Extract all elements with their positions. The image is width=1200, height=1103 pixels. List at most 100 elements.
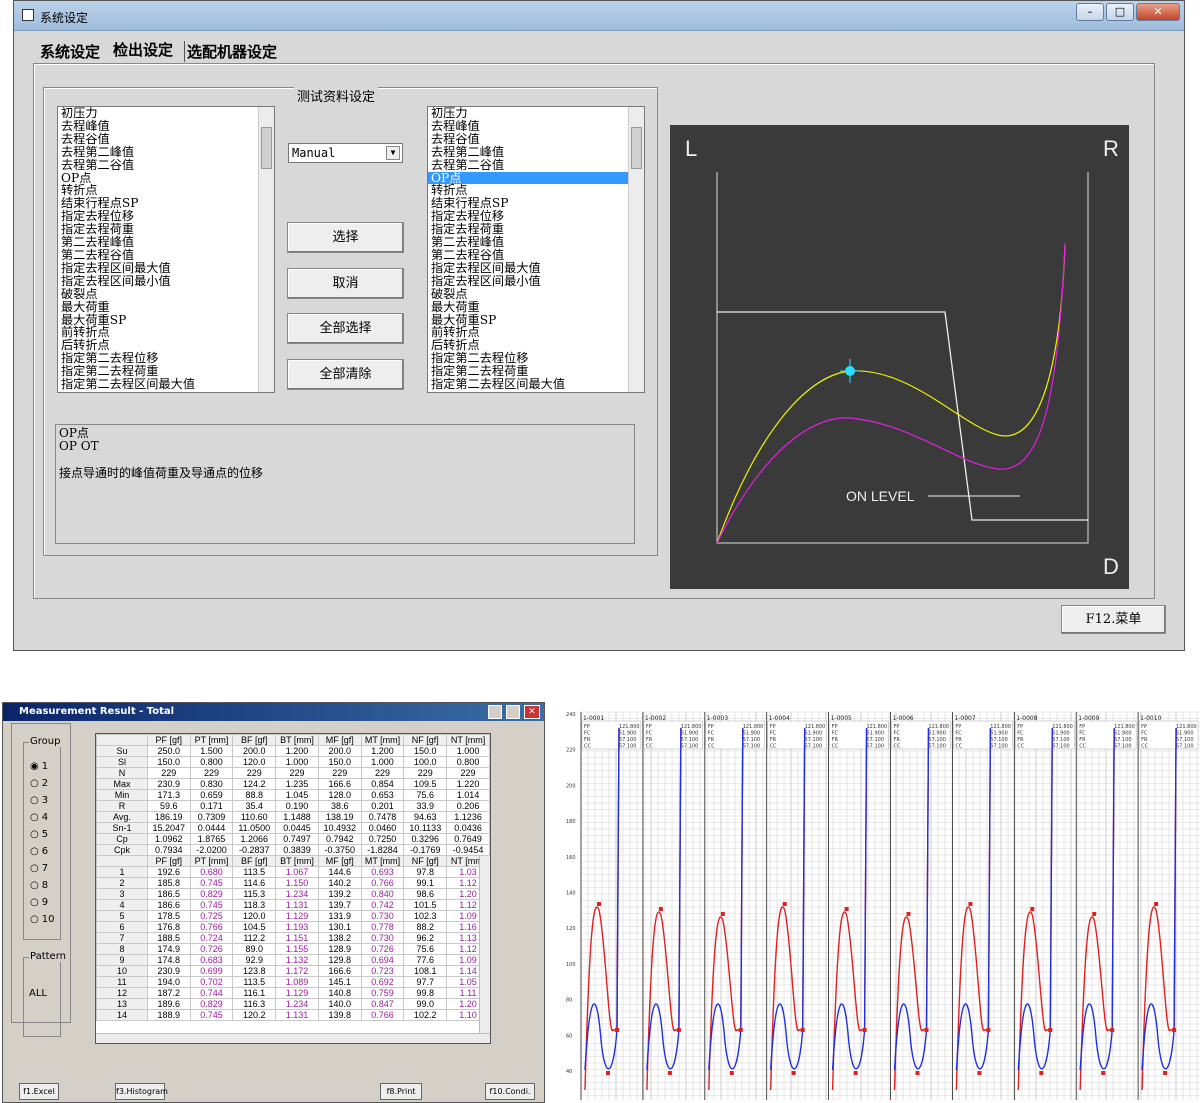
print-button[interactable]: f8.Print [380,1083,422,1100]
radio-icon[interactable]: ○ [30,897,39,908]
radio-icon[interactable]: ○ [30,863,39,874]
radio-icon[interactable]: ◉ [30,761,39,772]
right-list-scrollbar[interactable] [628,107,644,392]
radio-icon[interactable]: ○ [30,880,39,891]
left-list-scrollbar[interactable] [258,107,274,392]
table-cell: 140.2 [317,877,362,889]
mode-select[interactable]: Manual ▼ [288,143,403,163]
list-item[interactable]: 第二去程谷值 [428,249,644,262]
list-item[interactable]: 第二去程谷值 [58,249,274,262]
radio-icon[interactable]: ○ [30,795,39,806]
results-table[interactable]: PF [gf] PT [mm] BF [gf] BT [mm] MF [gf] MT [m… [95,733,491,1044]
value-num: 57.100 [1176,737,1194,743]
tab-system[interactable]: 系统设定 [40,41,100,62]
table-cell: 11 [96,976,148,988]
list-item[interactable]: 去程峰值 [58,120,274,133]
table-cell: NT [mm] [446,734,490,746]
list-item[interactable]: 破裂点 [428,287,644,301]
excel-button[interactable]: f1.Excel [19,1083,59,1100]
table-cell: 1.234 [275,888,319,900]
list-item[interactable]: 指定第二去程区间最大值 [58,378,274,391]
available-items-list[interactable]: 初压力 去程峰值 去程谷值 去程第二峰值 去程第二谷值 OP点 转折点 结束行程点SP 指定去程… [57,106,275,393]
table-cell: 230.9 [146,965,191,977]
close-button[interactable]: ✕ [1136,3,1180,21]
list-item[interactable]: 去程第二峰值 [58,145,274,159]
chevron-down-icon[interactable]: ▼ [386,146,400,160]
group-radio[interactable]: ○ 9 [30,897,48,908]
table-cell [96,734,148,746]
list-item[interactable]: 初压力 [58,107,274,120]
table-cell: 102.3 [403,910,448,922]
list-item[interactable]: 去程谷值 [428,132,644,146]
group-radio[interactable]: ○ 2 [30,778,48,789]
radio-icon[interactable]: ○ [30,914,39,925]
table-cell: 1.014 [446,789,490,801]
list-item[interactable]: 最大荷重 [428,300,644,314]
list-item[interactable]: 去程峰值 [428,120,644,133]
list-item[interactable]: 指定去程区间最小值 [428,274,644,288]
value-key: CC [646,744,653,750]
value-num: 121.800 [681,724,702,730]
table-cell: 96.2 [403,932,448,944]
list-item[interactable]: 初压力 [428,107,644,120]
maximize-button-2[interactable] [506,705,520,719]
table-cell: Min [96,789,148,801]
table-cell: 1.193 [275,921,319,933]
radio-icon[interactable]: ○ [30,829,39,840]
group-radio[interactable]: ○ 6 [30,846,48,857]
window-title: 系统设定 [40,11,89,25]
list-item[interactable]: 指定去程区间最大值 [428,261,644,275]
radio-icon[interactable]: ○ [30,846,39,857]
group-radio[interactable]: ○ 7 [30,863,48,874]
select-button[interactable]: 选择 [287,222,404,253]
peak-marker [658,907,663,911]
list-item[interactable]: 去程谷值 [58,132,274,146]
list-item[interactable]: 去程第二谷值 [58,158,274,172]
table-h-scrollbar[interactable] [96,1033,490,1043]
select-all-button[interactable]: 全部选择 [287,313,404,344]
minimize-button[interactable]: – [1076,3,1104,21]
list-item[interactable]: 破裂点 [58,287,274,301]
group-radio[interactable]: ○ 8 [30,880,48,891]
table-cell: Su [96,745,148,757]
selected-items-list[interactable]: 初压力 去程峰值 去程谷值 去程第二峰值 去程第二谷值 OP点 转折点 结束行程点SP 指定去程… [427,106,645,393]
tab-detect[interactable]: 检出设定 [113,39,173,60]
group-radio[interactable]: ○ 4 [30,812,48,823]
list-item[interactable]: 指定去程区间最小值 [58,274,274,288]
peak-marker [720,912,725,916]
y-tick-label: 180 [566,819,576,825]
condition-button[interactable]: f10.Condi. [485,1083,535,1100]
group-radio[interactable]: ○ 3 [30,795,48,806]
table-cell: 0.829 [189,888,234,900]
table-cell: 0.7497 [275,833,319,845]
table-cell: 0.0444 [189,822,234,834]
label-d: D [1103,554,1119,579]
close-button-2[interactable]: ✕ [524,705,540,719]
menu-button[interactable]: F12.菜单 [1061,605,1166,634]
stroke-trace [646,727,682,1071]
group-radio[interactable]: ○ 10 [30,914,54,925]
value-key: FC [584,731,591,737]
table-cell: 229 [317,767,362,779]
list-item[interactable]: 指定第二去程区间最大值 [428,378,644,391]
radio-icon[interactable]: ○ [30,778,39,789]
table-v-scrollbar[interactable] [479,856,490,1034]
radio-icon[interactable]: ○ [30,812,39,823]
list-item[interactable]: 最大荷重 [58,300,274,314]
histogram-button[interactable]: f3.Histogram [115,1083,168,1100]
value-key: FR [1079,737,1086,743]
table-cell: 0.3296 [403,833,448,845]
group-radio[interactable]: ○ 5 [30,829,48,840]
list-item[interactable]: 指定去程区间最大值 [58,261,274,275]
maximize-button[interactable]: □ [1106,3,1134,21]
list-item[interactable]: 去程第二峰值 [428,145,644,159]
value-key: CC [584,744,591,750]
list-item[interactable]: 去程第二谷值 [428,158,644,172]
minimize-button-2[interactable] [488,705,502,719]
tab-machine[interactable]: 选配机器设定 [184,41,277,62]
group-radio-label: 2 [41,778,49,789]
cancel-button[interactable]: 取消 [287,268,404,299]
group-radio[interactable]: ◉ 1 [30,761,48,772]
clear-all-button[interactable]: 全部清除 [287,359,404,390]
value-num: 57.100 [1052,737,1070,743]
